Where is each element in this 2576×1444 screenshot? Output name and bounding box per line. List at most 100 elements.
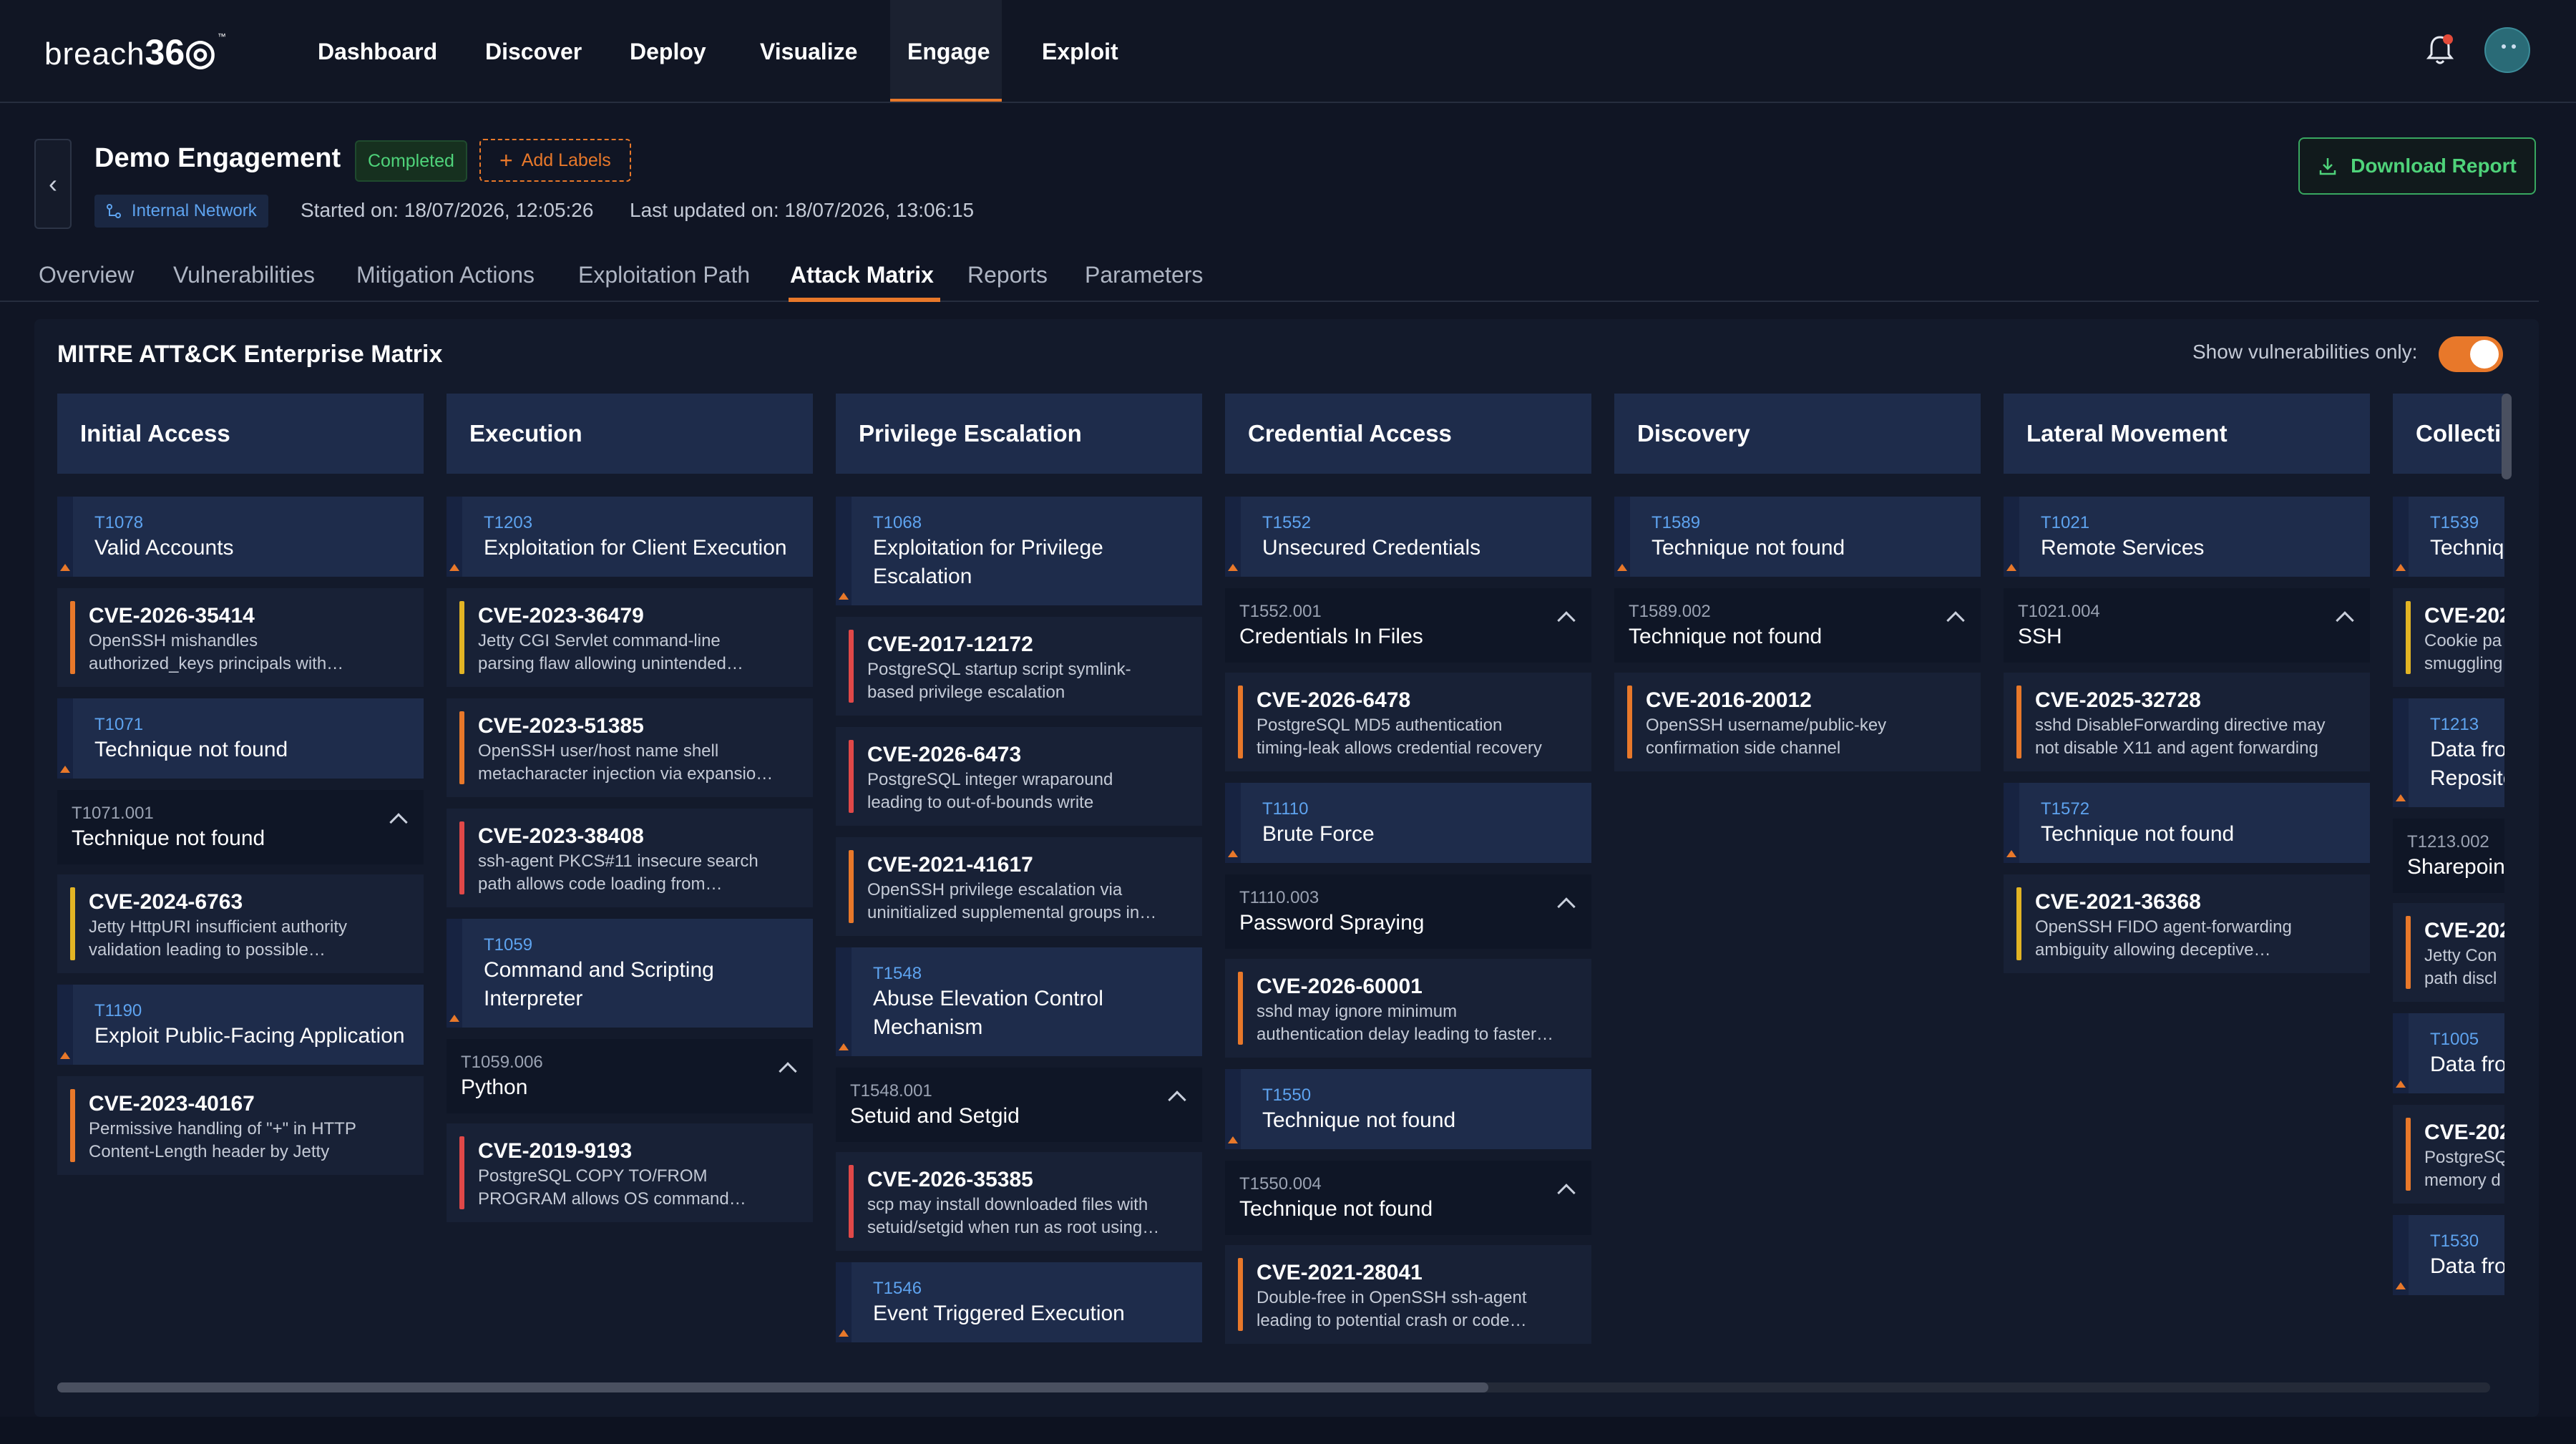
vulnerability-card[interactable]: CVE-2026-35385 scp may install downloaded… — [836, 1152, 1202, 1251]
technique-card[interactable]: T1068 Exploitation for Privilege Escalatio… — [836, 497, 1202, 605]
last-updated: Last updated on: 18/07/2026, 13:06:15 — [630, 199, 975, 221]
nav-exploit[interactable]: Exploit — [1042, 39, 1118, 65]
technique-card[interactable]: T1071 Technique not found — [57, 698, 424, 779]
cve-description: Jetty CGI Servlet command-line — [478, 631, 721, 650]
cve-description-line2: metacharacter injection via expansio… — [478, 764, 774, 784]
vulnerability-card[interactable]: CVE-2023-38408 ssh-agent PKCS#11 insecure… — [447, 809, 813, 907]
nav-dashboard[interactable]: Dashboard — [318, 39, 437, 65]
vulnerability-card[interactable]: CVE-2017-12172 PostgreSQL startup script … — [836, 617, 1202, 716]
cve-description-line2: based privilege escalation — [867, 683, 1065, 702]
subtechnique-row[interactable]: T1213.002 Sharepoin — [2393, 819, 2504, 893]
technique-id: T1078 — [94, 513, 144, 532]
technique-card[interactable]: T1572 Technique not found — [2004, 783, 2370, 863]
vulnerability-card[interactable]: CVE-2021-36368 OpenSSH FIDO agent-forward… — [2004, 874, 2370, 973]
technique-card[interactable]: T1213 Data fro Reposito — [2393, 698, 2504, 807]
tab-parameters[interactable]: Parameters — [1085, 262, 1203, 288]
subtechnique-id: T1548.001 — [850, 1081, 932, 1101]
download-report-label: Download Report — [2351, 155, 2517, 177]
cve-description: Jetty Con — [2424, 946, 2497, 965]
vulnerability-card[interactable]: CVE-2025-32728 sshd DisableForwarding dir… — [2004, 673, 2370, 771]
subtechnique-row[interactable]: T1552.001 Credentials In Files — [1225, 588, 1591, 663]
technique-card[interactable]: T1589 Technique not found — [1614, 497, 1981, 577]
tab-exploitation-path[interactable]: Exploitation Path — [578, 262, 750, 288]
vulnerability-card[interactable]: CVE-2019-9193 PostgreSQL COPY TO/FROM PROG… — [447, 1123, 813, 1222]
technique-card[interactable]: T1021 Remote Services — [2004, 497, 2370, 577]
technique-card[interactable]: T1110 Brute Force — [1225, 783, 1591, 863]
technique-card[interactable]: T1530 Data fro — [2393, 1215, 2504, 1295]
subtechnique-row[interactable]: T1071.001 Technique not found — [57, 790, 424, 864]
subtechnique-row[interactable]: T1110.003 Password Spraying — [1225, 874, 1591, 949]
matrix-columns[interactable]: Initial Access T1078 Valid Accounts CVE-202… — [57, 394, 2504, 1385]
tab-mitigation-actions[interactable]: Mitigation Actions — [356, 262, 535, 288]
cve-description: OpenSSH user/host name shell — [478, 741, 719, 761]
vulnerability-card[interactable]: CVE-2023-36479 Jetty CGI Servlet command-… — [447, 588, 813, 687]
severity-bar — [459, 601, 464, 674]
horizontal-scrollbar[interactable] — [57, 1382, 1488, 1392]
vulnerability-card[interactable]: CVE-2024-6763 Jetty HttpURI insufficient … — [57, 874, 424, 973]
expand-triangle-icon — [2396, 564, 2406, 571]
cve-description: ssh-agent PKCS#11 insecure search — [478, 852, 758, 871]
vulnerability-card[interactable]: CVE-2026-6473 PostgreSQL integer wraparou… — [836, 727, 1202, 826]
subtechnique-id: T1059.006 — [461, 1053, 543, 1072]
toggle-knob — [2470, 340, 2499, 369]
expand-triangle-icon — [60, 564, 70, 571]
vulnerability-card[interactable]: CVE-202 PostgreSQ memory d — [2393, 1105, 2504, 1204]
started-on: Started on: 18/07/2026, 12:05:26 — [301, 199, 594, 221]
nav-deploy[interactable]: Deploy — [630, 39, 706, 65]
subtechnique-row[interactable]: T1589.002 Technique not found — [1614, 588, 1981, 663]
vuln-only-toggle[interactable] — [2439, 336, 2503, 372]
tab-overview[interactable]: Overview — [39, 262, 134, 288]
cve-description: PostgreSQL COPY TO/FROM — [478, 1166, 708, 1186]
column-header: Initial Access — [57, 394, 424, 474]
vulnerability-card[interactable]: CVE-202 Jetty Con path discl — [2393, 903, 2504, 1002]
technique-card[interactable]: T1548 Abuse Elevation Control Mechanism — [836, 947, 1202, 1056]
subtechnique-name: Password Spraying — [1239, 911, 1425, 935]
technique-card[interactable]: T1552 Unsecured Credentials — [1225, 497, 1591, 577]
vulnerability-card[interactable]: CVE-2026-60001 sshd may ignore minimum aut… — [1225, 959, 1591, 1058]
vulnerability-card[interactable]: CVE-2021-41617 OpenSSH privilege escalati… — [836, 837, 1202, 936]
back-button[interactable]: ‹ — [34, 139, 72, 229]
matrix-title: MITRE ATT&CK Enterprise Matrix — [57, 341, 443, 368]
technique-card[interactable]: T1550 Technique not found — [1225, 1069, 1591, 1149]
vulnerability-card[interactable]: CVE-2021-28041 Double-free in OpenSSH ssh… — [1225, 1245, 1591, 1344]
technique-card[interactable]: T1078 Valid Accounts — [57, 497, 424, 577]
nav-discover[interactable]: Discover — [485, 39, 582, 65]
user-avatar[interactable] — [2484, 27, 2530, 73]
technique-name: Technique not found — [94, 738, 288, 761]
vertical-scrollbar[interactable] — [2502, 394, 2512, 479]
tab-vulnerabilities[interactable]: Vulnerabilities — [173, 262, 315, 288]
technique-card[interactable]: T1546 Event Triggered Execution — [836, 1262, 1202, 1342]
bottom-edge — [0, 1417, 2576, 1444]
tab-reports[interactable]: Reports — [967, 262, 1048, 288]
vulnerability-card[interactable]: CVE-2026-6478 PostgreSQL MD5 authenticati… — [1225, 673, 1591, 771]
technique-card[interactable]: T1059 Command and Scripting Interpreter — [447, 919, 813, 1028]
vulnerability-card[interactable]: CVE-2023-51385 OpenSSH user/host name she… — [447, 698, 813, 797]
vulnerability-card[interactable]: CVE-2023-40167 Permissive handling of "+"… — [57, 1076, 424, 1175]
subtechnique-row[interactable]: T1021.004 SSH — [2004, 588, 2370, 663]
subtechnique-row[interactable]: T1059.006 Python — [447, 1039, 813, 1113]
subtechnique-row[interactable]: T1548.001 Setuid and Setgid — [836, 1068, 1202, 1142]
logo-text: breach — [44, 36, 145, 72]
cve-description-line2: not disable X11 and agent forwarding — [2035, 738, 2318, 758]
nav-visualize[interactable]: Visualize — [760, 39, 857, 65]
technique-card[interactable]: T1539 Techniq — [2393, 497, 2504, 577]
plus-icon: + — [499, 147, 513, 173]
nav-engage[interactable]: Engage — [907, 39, 990, 65]
column-body: T1203 Exploitation for Client Execution CV… — [447, 497, 813, 1222]
brand-logo[interactable]: breach36◎ ™ — [44, 31, 227, 73]
technique-card[interactable]: T1005 Data fro — [2393, 1013, 2504, 1093]
technique-name: Data fro — [2430, 738, 2504, 761]
tab-attack-matrix[interactable]: Attack Matrix — [790, 262, 934, 288]
cve-description-line2: leading to potential crash or code… — [1257, 1311, 1527, 1330]
technique-card[interactable]: T1190 Exploit Public-Facing Application — [57, 985, 424, 1065]
download-report-button[interactable]: Download Report — [2298, 137, 2536, 195]
subtechnique-row[interactable]: T1550.004 Technique not found — [1225, 1161, 1591, 1235]
technique-card[interactable]: T1203 Exploitation for Client Execution — [447, 497, 813, 577]
add-labels-button[interactable]: + Add Labels — [479, 139, 631, 182]
cve-description: OpenSSH FIDO agent-forwarding — [2035, 917, 2292, 937]
vulnerability-card[interactable]: CVE-202 Cookie pa smuggling — [2393, 588, 2504, 687]
vulnerability-card[interactable]: CVE-2026-35414 OpenSSH mishandles authoriz… — [57, 588, 424, 687]
vulnerability-card[interactable]: CVE-2016-20012 OpenSSH username/public-ke… — [1614, 673, 1981, 771]
technique-name: Exploitation for Privilege — [873, 536, 1103, 560]
cve-description: PostgreSQL startup script symlink- — [867, 660, 1131, 679]
